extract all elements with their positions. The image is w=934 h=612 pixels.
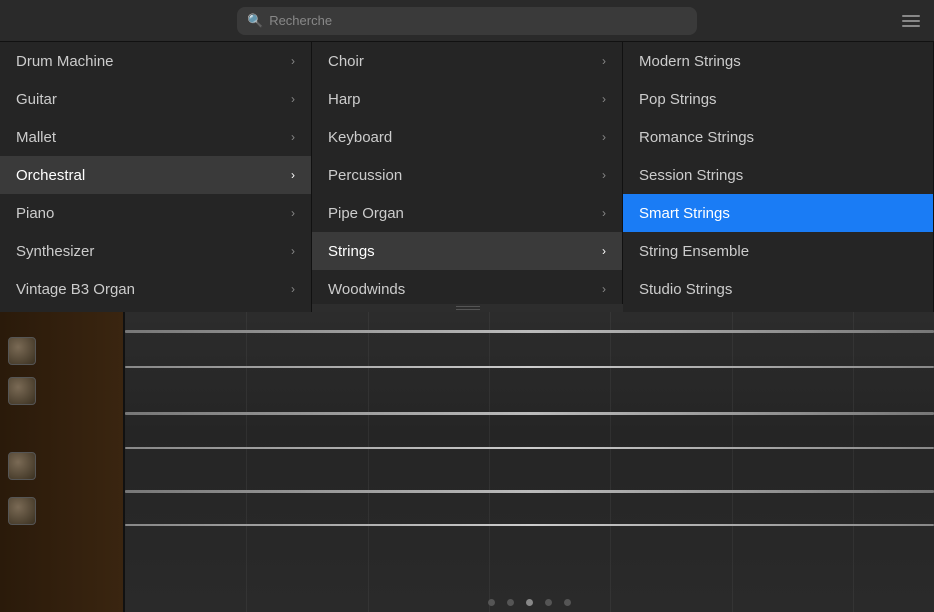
instrument-display-area <box>0 312 934 612</box>
col1-item-drum-machine[interactable]: Drum Machine › <box>0 42 311 80</box>
col3-item-romance-strings[interactable]: Romance Strings <box>623 118 933 156</box>
col3-item-label: Studio Strings <box>639 281 732 298</box>
string-3 <box>125 490 934 493</box>
orchestral-subcategory-column: Choir›Harp›Keyboard›Percussion›Pipe Orga… <box>312 42 623 312</box>
col2-item-label: Harp <box>328 91 361 108</box>
tuner-peg-1 <box>8 337 36 365</box>
col1-item-vintage-b3-organ[interactable]: Vintage B3 Organ › <box>0 270 311 308</box>
col3-item-label: Romance Strings <box>639 129 754 146</box>
fret-line <box>368 312 369 612</box>
hamburger-menu-icon[interactable] <box>902 15 920 27</box>
string-1-highlight <box>125 366 934 368</box>
chevron-right-icon: › <box>291 168 295 182</box>
chevron-right-icon: › <box>602 206 606 220</box>
col2-item-woodwinds[interactable]: Woodwinds › <box>312 270 622 308</box>
col1-item-label: Drum Machine <box>16 53 114 70</box>
fret-line <box>246 312 247 612</box>
chevron-right-icon: › <box>291 130 295 144</box>
col1-item-piano[interactable]: Piano › <box>0 194 311 232</box>
string-2 <box>125 412 934 415</box>
chevron-right-icon: › <box>291 54 295 68</box>
search-input-container[interactable]: 🔍 Recherche <box>237 7 697 35</box>
search-icon: 🔍 <box>247 13 263 29</box>
col1-item-label: Orchestral <box>16 167 85 184</box>
tuner-peg-3 <box>8 452 36 480</box>
fret-line <box>610 312 611 612</box>
chevron-right-icon: › <box>602 168 606 182</box>
nav-dot-1[interactable] <box>488 599 495 606</box>
search-bar: 🔍 Recherche <box>0 0 934 42</box>
fret-line <box>853 312 854 612</box>
tuner-peg-2 <box>8 377 36 405</box>
strings-fretboard[interactable] <box>125 312 934 612</box>
col3-item-label: Session Strings <box>639 167 743 184</box>
col1-item-label: Piano <box>16 205 54 222</box>
col1-item-orchestral[interactable]: Orchestral › <box>0 156 311 194</box>
menu-area-wrapper: Drum Machine›Guitar›Mallet›Orchestral›Pi… <box>0 42 934 312</box>
col2-item-label: Percussion <box>328 167 402 184</box>
col2-item-label: Woodwinds <box>328 281 405 298</box>
col3-item-string-ensemble[interactable]: String Ensemble <box>623 232 933 270</box>
col2-item-percussion[interactable]: Percussion › <box>312 156 622 194</box>
col2-item-choir[interactable]: Choir › <box>312 42 622 80</box>
nav-dot-4[interactable] <box>545 599 552 606</box>
col2-item-strings[interactable]: Strings › <box>312 232 622 270</box>
string-3-highlight <box>125 524 934 526</box>
chevron-right-icon: › <box>602 92 606 106</box>
col1-item-label: Mallet <box>16 129 56 146</box>
fret-line <box>732 312 733 612</box>
col2-item-harp[interactable]: Harp › <box>312 80 622 118</box>
col3-item-label: Modern Strings <box>639 53 741 70</box>
col2-item-label: Choir <box>328 53 364 70</box>
col2-item-keyboard[interactable]: Keyboard › <box>312 118 622 156</box>
chevron-right-icon: › <box>602 130 606 144</box>
col3-item-session-strings[interactable]: Session Strings <box>623 156 933 194</box>
strings-items-column: Modern Strings Pop Strings Romance Strings… <box>623 42 934 312</box>
nav-dot-5[interactable] <box>564 599 571 606</box>
string-2-highlight <box>125 447 934 449</box>
tuner-panel <box>0 312 125 612</box>
chevron-right-icon: › <box>602 282 606 296</box>
col2-item-label: Keyboard <box>328 129 392 146</box>
col3-item-pop-strings[interactable]: Pop Strings <box>623 80 933 118</box>
col1-item-mallet[interactable]: Mallet › <box>0 118 311 156</box>
col3-item-modern-strings[interactable]: Modern Strings <box>623 42 933 80</box>
nav-dot-2[interactable] <box>507 599 514 606</box>
instrument-category-column: Drum Machine›Guitar›Mallet›Orchestral›Pi… <box>0 42 312 312</box>
chevron-right-icon: › <box>291 92 295 106</box>
chevron-right-icon: › <box>602 54 606 68</box>
col2-item-label: Strings <box>328 243 375 260</box>
col3-item-label: Smart Strings <box>639 205 730 222</box>
col1-item-label: Vintage B3 Organ <box>16 281 135 298</box>
col3-item-label: Pop Strings <box>639 91 717 108</box>
col3-item-label: String Ensemble <box>639 243 749 260</box>
tuner-peg-4 <box>8 497 36 525</box>
col3-item-smart-strings[interactable]: Smart Strings <box>623 194 933 232</box>
string-1 <box>125 330 934 333</box>
chevron-right-icon: › <box>602 244 606 258</box>
col1-item-label: Guitar <box>16 91 57 108</box>
chevron-right-icon: › <box>291 244 295 258</box>
col2-divider-handle[interactable] <box>312 304 623 312</box>
col1-item-label: Synthesizer <box>16 243 94 260</box>
search-placeholder: Recherche <box>269 13 332 28</box>
col1-item-synthesizer[interactable]: Synthesizer › <box>0 232 311 270</box>
col1-item-guitar[interactable]: Guitar › <box>0 80 311 118</box>
nav-dot-3[interactable] <box>526 599 533 606</box>
chevron-right-icon: › <box>291 206 295 220</box>
col2-item-pipe-organ[interactable]: Pipe Organ › <box>312 194 622 232</box>
fret-line <box>489 312 490 612</box>
col3-item-studio-strings[interactable]: Studio Strings <box>623 270 933 308</box>
handle-lines <box>456 306 480 310</box>
nav-dots <box>125 599 934 606</box>
col2-item-label: Pipe Organ <box>328 205 404 222</box>
menu-area: Drum Machine›Guitar›Mallet›Orchestral›Pi… <box>0 42 934 312</box>
chevron-right-icon: › <box>291 282 295 296</box>
